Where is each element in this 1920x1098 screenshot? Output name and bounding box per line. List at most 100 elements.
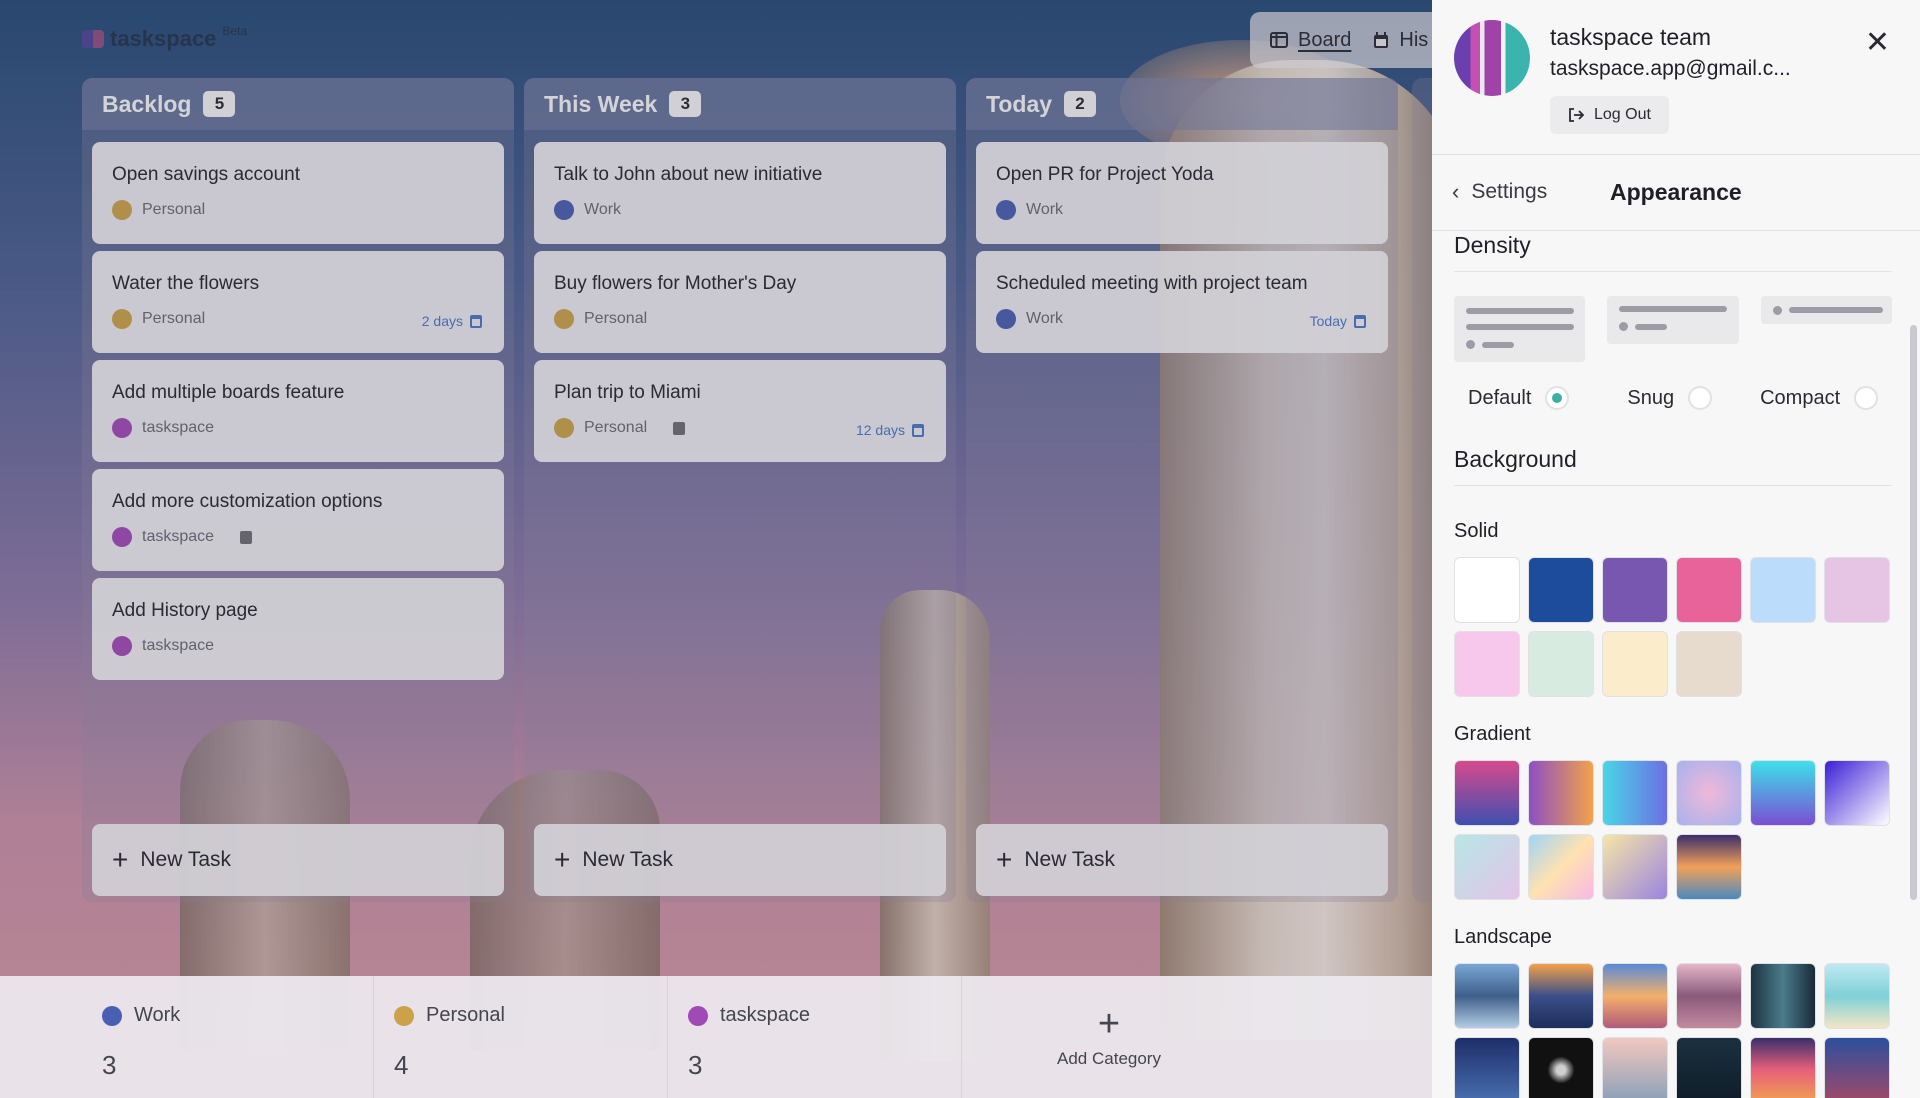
task-category: taskspace <box>142 637 215 654</box>
landscape-swatch[interactable] <box>1676 963 1742 1029</box>
solid-color-swatch[interactable] <box>1454 557 1520 623</box>
solid-color-swatch[interactable] <box>1750 557 1816 623</box>
column-header[interactable]: Today 2 <box>966 78 1398 130</box>
solid-color-swatch[interactable] <box>1676 631 1742 697</box>
gradient-swatch[interactable] <box>1602 760 1668 826</box>
category-taskspace[interactable]: taskspace 3 <box>668 976 962 1098</box>
solid-color-swatch[interactable] <box>1676 557 1742 623</box>
panel-scrollbar[interactable] <box>1910 325 1917 900</box>
solid-color-swatch[interactable] <box>1602 557 1668 623</box>
add-category-label: Add Category <box>1057 1049 1161 1068</box>
gradient-swatch[interactable] <box>1750 760 1816 826</box>
app-logo[interactable]: taskspace Beta <box>82 24 247 52</box>
landscape-swatch[interactable] <box>1602 1037 1668 1098</box>
task-card[interactable]: Add History page taskspace <box>92 578 504 680</box>
gradient-swatch[interactable] <box>1676 760 1742 826</box>
task-title: Add History page <box>112 600 258 621</box>
solid-color-swatch[interactable] <box>1528 631 1594 697</box>
category-work[interactable]: Work 3 <box>0 976 374 1098</box>
gradient-swatch[interactable] <box>1454 834 1520 900</box>
gradient-swatch[interactable] <box>1602 834 1668 900</box>
solid-swatches <box>1454 557 1892 697</box>
solid-color-swatch[interactable] <box>1528 557 1594 623</box>
task-title: Open savings account <box>112 164 301 185</box>
column-today: Today 2 Open PR for Project Yoda Work Sc… <box>966 78 1398 902</box>
category-name: taskspace <box>720 1004 811 1026</box>
radio-unselected[interactable] <box>1688 386 1713 410</box>
gradient-swatch[interactable] <box>1528 760 1594 826</box>
task-card[interactable]: Plan trip to Miami Personal 12 days <box>534 360 946 462</box>
column-title: Today <box>986 90 1053 117</box>
density-preview-compact[interactable] <box>1760 296 1892 324</box>
gradient-swatch[interactable] <box>1676 834 1742 900</box>
tab-history[interactable]: His <box>1373 29 1428 52</box>
back-to-settings-button[interactable]: ‹ Settings <box>1452 179 1547 205</box>
note-icon <box>240 530 253 544</box>
task-category: Work <box>1026 201 1064 218</box>
radio-selected[interactable] <box>1545 386 1570 410</box>
category-dot <box>996 200 1016 220</box>
density-option-default[interactable]: Default <box>1468 386 1570 410</box>
column-header[interactable]: This Week 3 <box>524 78 956 130</box>
category-dot <box>112 200 132 220</box>
task-card[interactable]: Add more customization options taskspace <box>92 469 504 571</box>
solid-color-swatch[interactable] <box>1602 631 1668 697</box>
category-personal[interactable]: Personal 4 <box>374 976 668 1098</box>
calendar-icon <box>1354 314 1366 328</box>
category-dot <box>102 1005 122 1026</box>
column-count-badge: 2 <box>1064 91 1097 117</box>
landscape-swatch[interactable] <box>1750 963 1816 1029</box>
density-option-compact[interactable]: Compact <box>1760 386 1879 410</box>
due-date: 2 days <box>422 313 482 329</box>
task-card[interactable]: Open savings account Personal <box>92 142 504 244</box>
density-heading: Density <box>1454 232 1892 272</box>
solid-color-swatch[interactable] <box>1824 557 1890 623</box>
column-title: Backlog <box>102 90 192 117</box>
chevron-left-icon: ‹ <box>1452 179 1460 204</box>
account-name: taskspace team <box>1550 24 1712 50</box>
due-date: 12 days <box>856 422 924 438</box>
density-option-snug[interactable]: Snug <box>1627 386 1713 410</box>
gradient-swatch[interactable] <box>1528 834 1594 900</box>
task-category: taskspace <box>142 419 215 436</box>
due-date: Today <box>1310 313 1366 329</box>
landscape-swatch[interactable] <box>1602 963 1668 1029</box>
landscape-swatch[interactable] <box>1454 963 1520 1029</box>
account-email: taskspace.app@gmail.c... <box>1550 57 1791 80</box>
landscape-swatch[interactable] <box>1528 1037 1594 1098</box>
landscape-swatch[interactable] <box>1676 1037 1742 1098</box>
landscape-swatch[interactable] <box>1750 1037 1816 1098</box>
task-card[interactable]: Buy flowers for Mother's Day Personal <box>534 251 946 353</box>
category-dot <box>996 309 1016 329</box>
density-preview-snug[interactable] <box>1607 296 1739 344</box>
landscape-swatch[interactable] <box>1824 963 1890 1029</box>
column-this-week: This Week 3 Talk to John about new initi… <box>524 78 956 902</box>
landscape-swatch[interactable] <box>1454 1037 1520 1098</box>
new-task-button[interactable]: + New Task <box>534 824 946 896</box>
gradient-swatch[interactable] <box>1454 760 1520 826</box>
landscape-swatch[interactable] <box>1528 963 1594 1029</box>
due-date-label: Today <box>1309 313 1347 329</box>
density-preview-default[interactable] <box>1454 296 1586 362</box>
radio-unselected[interactable] <box>1854 386 1879 410</box>
category-dot <box>688 1005 708 1026</box>
task-title: Add more customization options <box>112 491 383 512</box>
landscape-swatch[interactable] <box>1824 1037 1890 1098</box>
task-category: Personal <box>584 310 648 327</box>
task-title: Talk to John about new initiative <box>554 164 823 185</box>
solid-color-swatch[interactable] <box>1454 631 1520 697</box>
column-header[interactable]: Backlog 5 <box>82 78 514 130</box>
task-card[interactable]: Scheduled meeting with project team Work… <box>976 251 1388 353</box>
tab-board[interactable]: Board <box>1270 29 1351 52</box>
task-card[interactable]: Open PR for Project Yoda Work <box>976 142 1388 244</box>
new-task-button[interactable]: + New Task <box>976 824 1388 896</box>
category-dot <box>554 200 574 220</box>
task-card[interactable]: Add multiple boards feature taskspace <box>92 360 504 462</box>
close-icon[interactable]: ✕ <box>1865 28 1890 58</box>
task-card[interactable]: Water the flowers Personal 2 days <box>92 251 504 353</box>
gradient-swatch[interactable] <box>1824 760 1890 826</box>
new-task-button[interactable]: + New Task <box>92 824 504 896</box>
add-category-button[interactable]: + Add Category <box>962 976 1256 1098</box>
task-card[interactable]: Talk to John about new initiative Work <box>534 142 946 244</box>
log-out-button[interactable]: Log Out <box>1550 96 1669 134</box>
